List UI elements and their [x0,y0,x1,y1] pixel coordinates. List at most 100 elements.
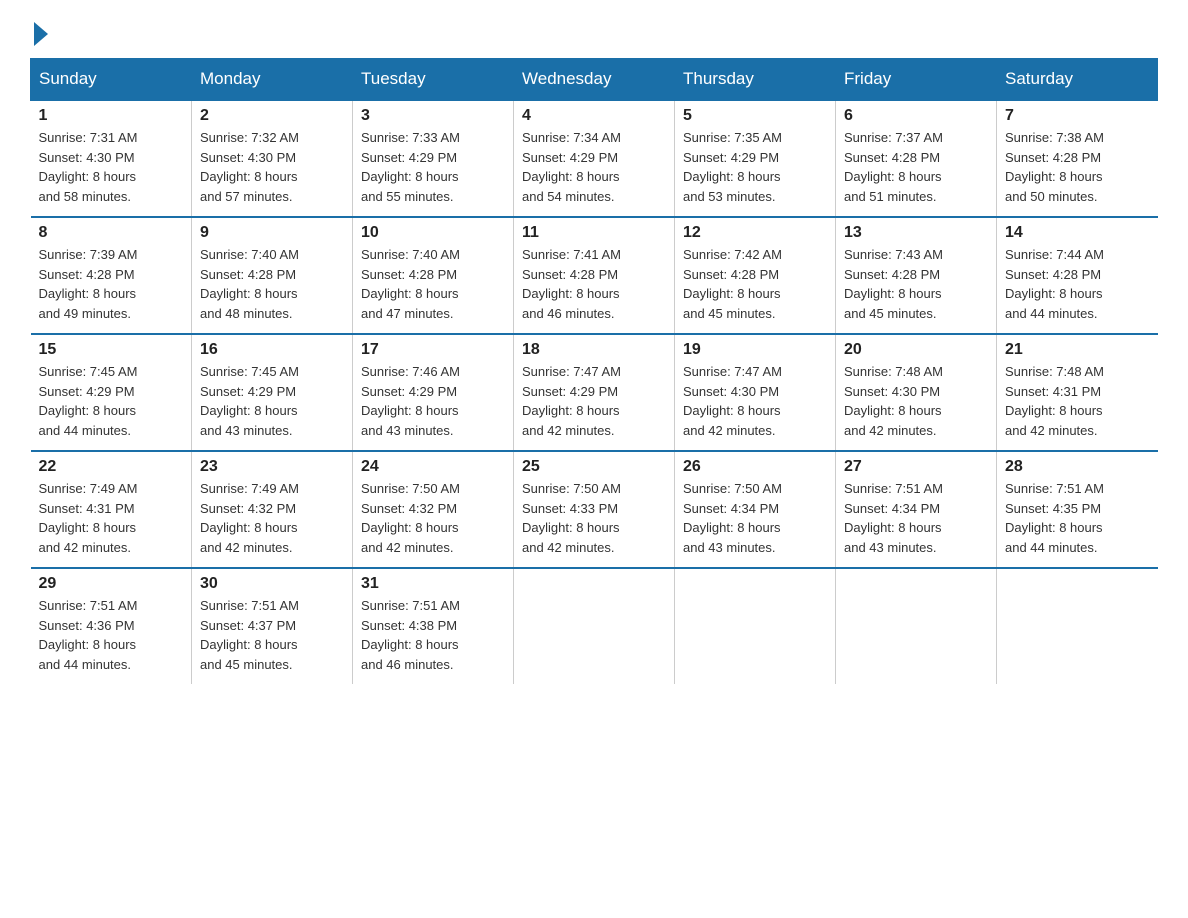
weekday-header: Wednesday [514,59,675,101]
day-number: 20 [844,341,988,359]
day-number: 18 [522,341,666,359]
calendar-cell: 8 Sunrise: 7:39 AMSunset: 4:28 PMDaylight… [31,217,192,334]
weekday-header: Saturday [997,59,1158,101]
day-info: Sunrise: 7:35 AMSunset: 4:29 PMDaylight:… [683,130,782,204]
day-info: Sunrise: 7:48 AMSunset: 4:31 PMDaylight:… [1005,364,1104,438]
day-number: 1 [39,107,184,125]
day-info: Sunrise: 7:33 AMSunset: 4:29 PMDaylight:… [361,130,460,204]
calendar-cell: 9 Sunrise: 7:40 AMSunset: 4:28 PMDaylight… [192,217,353,334]
day-info: Sunrise: 7:42 AMSunset: 4:28 PMDaylight:… [683,247,782,321]
calendar-cell: 14 Sunrise: 7:44 AMSunset: 4:28 PMDayligh… [997,217,1158,334]
day-info: Sunrise: 7:43 AMSunset: 4:28 PMDaylight:… [844,247,943,321]
day-number: 30 [200,575,344,593]
day-info: Sunrise: 7:47 AMSunset: 4:30 PMDaylight:… [683,364,782,438]
weekday-header-row: SundayMondayTuesdayWednesdayThursdayFrid… [31,59,1158,101]
day-info: Sunrise: 7:51 AMSunset: 4:37 PMDaylight:… [200,598,299,672]
day-info: Sunrise: 7:39 AMSunset: 4:28 PMDaylight:… [39,247,138,321]
day-number: 26 [683,458,827,476]
day-number: 25 [522,458,666,476]
calendar-cell: 6Sunrise: 7:37 AMSunset: 4:28 PMDaylight… [836,100,997,217]
day-info: Sunrise: 7:34 AMSunset: 4:29 PMDaylight:… [522,130,621,204]
calendar-week-row: 15 Sunrise: 7:45 AMSunset: 4:29 PMDayligh… [31,334,1158,451]
day-info: Sunrise: 7:51 AMSunset: 4:35 PMDaylight:… [1005,481,1104,555]
logo-top [30,20,48,46]
calendar-cell [675,568,836,684]
day-number: 12 [683,224,827,242]
weekday-header: Friday [836,59,997,101]
calendar-cell: 29 Sunrise: 7:51 AMSunset: 4:36 PMDayligh… [31,568,192,684]
day-number: 11 [522,224,666,242]
day-number: 23 [200,458,344,476]
calendar-table: SundayMondayTuesdayWednesdayThursdayFrid… [30,58,1158,684]
calendar-cell: 27 Sunrise: 7:51 AMSunset: 4:34 PMDayligh… [836,451,997,568]
day-info: Sunrise: 7:44 AMSunset: 4:28 PMDaylight:… [1005,247,1104,321]
calendar-cell: 5 Sunrise: 7:35 AMSunset: 4:29 PMDaylight… [675,100,836,217]
day-number: 21 [1005,341,1150,359]
day-number: 28 [1005,458,1150,476]
day-number: 5 [683,107,827,125]
day-info: Sunrise: 7:41 AMSunset: 4:28 PMDaylight:… [522,247,621,321]
weekday-header: Sunday [31,59,192,101]
day-info: Sunrise: 7:50 AMSunset: 4:34 PMDaylight:… [683,481,782,555]
calendar-week-row: 29 Sunrise: 7:51 AMSunset: 4:36 PMDayligh… [31,568,1158,684]
day-info: Sunrise: 7:40 AMSunset: 4:28 PMDaylight:… [200,247,299,321]
calendar-cell [997,568,1158,684]
day-number: 7 [1005,107,1150,125]
calendar-cell: 31 Sunrise: 7:51 AMSunset: 4:38 PMDayligh… [353,568,514,684]
calendar-week-row: 8 Sunrise: 7:39 AMSunset: 4:28 PMDaylight… [31,217,1158,334]
calendar-cell: 20Sunrise: 7:48 AMSunset: 4:30 PMDayligh… [836,334,997,451]
calendar-cell: 22Sunrise: 7:49 AMSunset: 4:31 PMDayligh… [31,451,192,568]
calendar-week-row: 1 Sunrise: 7:31 AMSunset: 4:30 PMDaylight… [31,100,1158,217]
weekday-header: Monday [192,59,353,101]
day-number: 3 [361,107,505,125]
logo [30,20,48,42]
day-number: 9 [200,224,344,242]
day-number: 8 [39,224,184,242]
day-info: Sunrise: 7:38 AMSunset: 4:28 PMDaylight:… [1005,130,1104,204]
day-number: 16 [200,341,344,359]
calendar-cell [836,568,997,684]
day-info: Sunrise: 7:31 AMSunset: 4:30 PMDaylight:… [39,130,138,204]
day-info: Sunrise: 7:51 AMSunset: 4:38 PMDaylight:… [361,598,460,672]
day-number: 27 [844,458,988,476]
calendar-cell: 26 Sunrise: 7:50 AMSunset: 4:34 PMDayligh… [675,451,836,568]
day-info: Sunrise: 7:51 AMSunset: 4:34 PMDaylight:… [844,481,943,555]
calendar-cell: 2Sunrise: 7:32 AMSunset: 4:30 PMDaylight… [192,100,353,217]
day-info: Sunrise: 7:32 AMSunset: 4:30 PMDaylight:… [200,130,299,204]
weekday-header: Thursday [675,59,836,101]
day-number: 22 [39,458,184,476]
calendar-week-row: 22Sunrise: 7:49 AMSunset: 4:31 PMDayligh… [31,451,1158,568]
calendar-cell: 4 Sunrise: 7:34 AMSunset: 4:29 PMDaylight… [514,100,675,217]
day-info: Sunrise: 7:45 AMSunset: 4:29 PMDaylight:… [39,364,138,438]
day-number: 10 [361,224,505,242]
calendar-cell: 16 Sunrise: 7:45 AMSunset: 4:29 PMDayligh… [192,334,353,451]
day-info: Sunrise: 7:45 AMSunset: 4:29 PMDaylight:… [200,364,299,438]
calendar-cell: 21 Sunrise: 7:48 AMSunset: 4:31 PMDayligh… [997,334,1158,451]
day-info: Sunrise: 7:46 AMSunset: 4:29 PMDaylight:… [361,364,460,438]
logo-arrow-icon [34,22,48,46]
day-number: 17 [361,341,505,359]
calendar-cell [514,568,675,684]
calendar-cell: 17 Sunrise: 7:46 AMSunset: 4:29 PMDayligh… [353,334,514,451]
calendar-cell: 23Sunrise: 7:49 AMSunset: 4:32 PMDayligh… [192,451,353,568]
calendar-cell: 15 Sunrise: 7:45 AMSunset: 4:29 PMDayligh… [31,334,192,451]
calendar-cell: 25 Sunrise: 7:50 AMSunset: 4:33 PMDayligh… [514,451,675,568]
day-number: 14 [1005,224,1150,242]
day-info: Sunrise: 7:50 AMSunset: 4:32 PMDaylight:… [361,481,460,555]
day-number: 29 [39,575,184,593]
day-info: Sunrise: 7:51 AMSunset: 4:36 PMDaylight:… [39,598,138,672]
day-number: 13 [844,224,988,242]
day-number: 19 [683,341,827,359]
weekday-header: Tuesday [353,59,514,101]
day-number: 31 [361,575,505,593]
day-number: 24 [361,458,505,476]
calendar-cell: 7 Sunrise: 7:38 AMSunset: 4:28 PMDaylight… [997,100,1158,217]
calendar-cell: 13 Sunrise: 7:43 AMSunset: 4:28 PMDayligh… [836,217,997,334]
day-info: Sunrise: 7:50 AMSunset: 4:33 PMDaylight:… [522,481,621,555]
day-number: 4 [522,107,666,125]
calendar-cell: 10Sunrise: 7:40 AMSunset: 4:28 PMDayligh… [353,217,514,334]
calendar-cell: 28 Sunrise: 7:51 AMSunset: 4:35 PMDayligh… [997,451,1158,568]
calendar-cell: 3 Sunrise: 7:33 AMSunset: 4:29 PMDaylight… [353,100,514,217]
day-number: 15 [39,341,184,359]
day-info: Sunrise: 7:37 AMSunset: 4:28 PMDaylight:… [844,130,943,204]
